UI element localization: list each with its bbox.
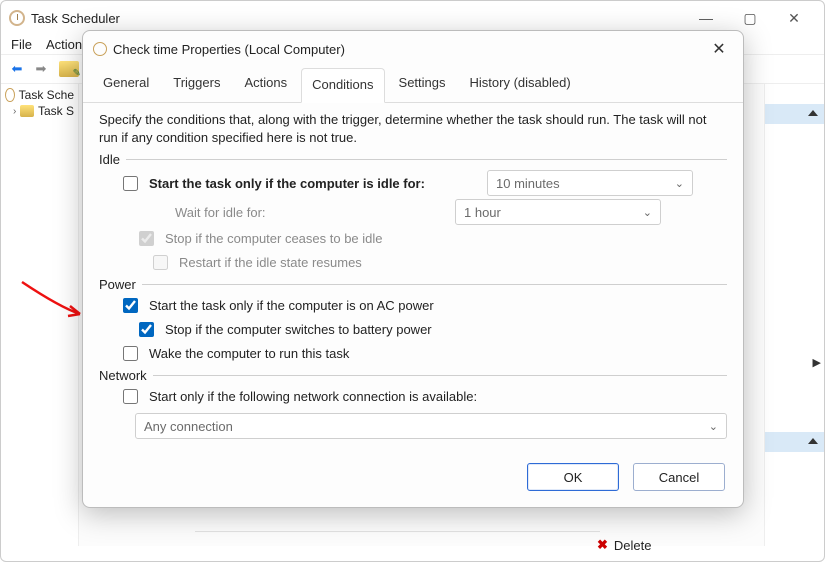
close-button[interactable]: ✕ [772, 3, 816, 33]
delete-icon: ✖ [597, 537, 608, 553]
scroll-right-icon[interactable]: ▶ [813, 356, 821, 369]
group-network: Network [99, 368, 727, 383]
clock-icon [5, 88, 15, 102]
idle-restart-label: Restart if the idle state resumes [179, 255, 362, 270]
power-ac-checkbox[interactable] [123, 298, 138, 313]
group-idle-label: Idle [99, 152, 120, 167]
actions-header[interactable] [765, 104, 824, 124]
group-power-label: Power [99, 277, 136, 292]
network-only-checkbox[interactable] [123, 389, 138, 404]
tab-general[interactable]: General [93, 67, 159, 102]
power-battery-checkbox[interactable] [139, 322, 154, 337]
tab-triggers[interactable]: Triggers [163, 67, 230, 102]
maximize-button[interactable]: ▢ [728, 3, 772, 33]
conditions-intro: Specify the conditions that, along with … [99, 111, 727, 146]
idle-start-label: Start the task only if the computer is i… [149, 176, 479, 191]
tab-settings[interactable]: Settings [389, 67, 456, 102]
network-only-label: Start only if the following network conn… [149, 389, 477, 404]
idle-for-combo[interactable]: 10 minutes ⌄ [487, 170, 693, 196]
dialog-close-button[interactable]: ✕ [705, 39, 733, 59]
menu-file[interactable]: File [11, 37, 32, 52]
expand-icon[interactable]: › [13, 106, 16, 117]
bottom-strip [195, 531, 600, 559]
actions-header-2[interactable] [765, 432, 824, 452]
actions-pane: ▶ [764, 84, 824, 546]
cancel-button[interactable]: Cancel [633, 463, 725, 491]
network-connection-combo[interactable]: Any connection ⌄ [135, 413, 727, 439]
nav-forward-icon[interactable]: ➡ [31, 59, 51, 79]
power-battery-label: Stop if the computer switches to battery… [165, 322, 432, 337]
tab-history[interactable]: History (disabled) [460, 67, 581, 102]
menu-action[interactable]: Action [46, 37, 82, 52]
minimize-button[interactable]: — [684, 3, 728, 33]
network-connection-value: Any connection [144, 419, 233, 434]
dialog-tabs: General Triggers Actions Conditions Sett… [83, 67, 743, 103]
dialog-buttons: OK Cancel [83, 451, 743, 507]
conditions-panel: Specify the conditions that, along with … [83, 103, 743, 451]
properties-dialog: Check time Properties (Local Computer) ✕… [82, 30, 744, 508]
collapse-up-icon [808, 110, 818, 116]
action-delete[interactable]: ✖ Delete [597, 537, 651, 553]
tree-root[interactable]: Task Sche [5, 88, 74, 102]
tree-pane: Task Sche › Task S [1, 84, 79, 546]
idle-start-checkbox[interactable] [123, 176, 138, 191]
tab-actions[interactable]: Actions [234, 67, 297, 102]
tree-child-label: Task S [38, 104, 74, 118]
app-title: Task Scheduler [31, 11, 684, 26]
power-wake-label: Wake the computer to run this task [149, 346, 349, 361]
wait-idle-value: 1 hour [464, 205, 501, 220]
dialog-title: Check time Properties (Local Computer) [113, 42, 705, 57]
clock-icon [93, 42, 107, 56]
power-wake-checkbox[interactable] [123, 346, 138, 361]
nav-back-icon[interactable]: ⬅ [7, 59, 27, 79]
group-network-label: Network [99, 368, 147, 383]
ok-button[interactable]: OK [527, 463, 619, 491]
action-delete-label: Delete [614, 538, 652, 553]
idle-stop-label: Stop if the computer ceases to be idle [165, 231, 383, 246]
group-power: Power [99, 277, 727, 292]
chevron-down-icon: ⌄ [675, 177, 684, 190]
tree-root-label: Task Sche [19, 88, 74, 102]
chevron-down-icon: ⌄ [709, 420, 718, 433]
chevron-down-icon: ⌄ [643, 206, 652, 219]
power-ac-label: Start the task only if the computer is o… [149, 298, 434, 313]
idle-restart-checkbox [153, 255, 168, 270]
tab-conditions[interactable]: Conditions [301, 68, 384, 103]
idle-stop-checkbox [139, 231, 154, 246]
collapse-up-icon [808, 438, 818, 444]
wait-idle-combo[interactable]: 1 hour ⌄ [455, 199, 661, 225]
group-idle: Idle [99, 152, 727, 167]
idle-for-value: 10 minutes [496, 176, 560, 191]
wait-idle-label: Wait for idle for: [135, 205, 447, 220]
folder-icon [20, 105, 34, 117]
dialog-titlebar: Check time Properties (Local Computer) ✕ [83, 31, 743, 67]
clock-icon [9, 10, 25, 26]
folder-edit-icon[interactable] [59, 61, 79, 77]
tree-child[interactable]: › Task S [5, 104, 74, 118]
